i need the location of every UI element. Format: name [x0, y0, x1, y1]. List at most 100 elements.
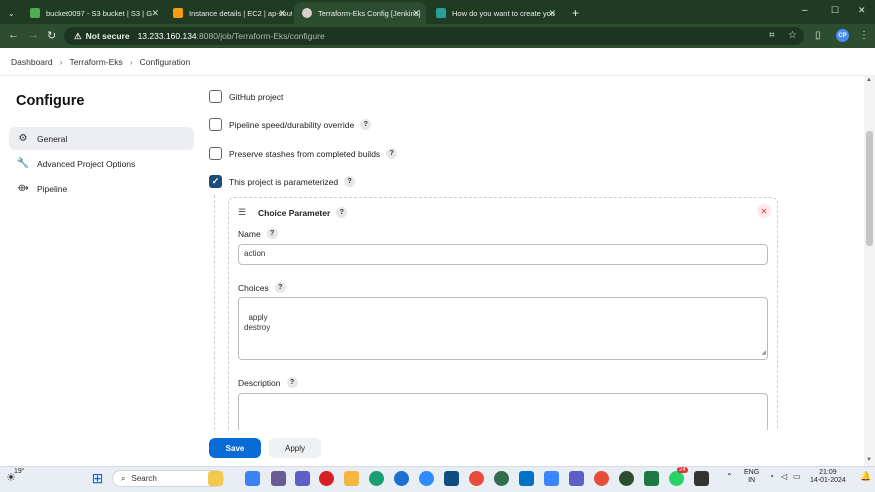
opera-icon[interactable]: [319, 471, 334, 486]
url-bar[interactable]: ⚠ Not secure 13.233.160.134:8080/job/Terr…: [64, 27, 804, 45]
option-label: Preserve stashes from completed builds: [229, 148, 381, 159]
maximize-icon[interactable]: ☐: [831, 5, 839, 16]
option-github-project[interactable]: GitHub project: [209, 90, 283, 103]
sidebar-item-label: General: [37, 133, 68, 144]
sidebar-item-advanced-project-options[interactable]: 🔧 Advanced Project Options: [9, 152, 194, 175]
language-indicator[interactable]: ENG IN: [744, 469, 759, 485]
description-textarea[interactable]: [238, 393, 768, 433]
excel-icon[interactable]: [644, 471, 659, 486]
app-icon[interactable]: [394, 471, 409, 486]
reload-icon[interactable]: ↻: [47, 29, 56, 42]
option-preserve-stashes[interactable]: Preserve stashes from completed builds ?: [209, 147, 398, 160]
chrome-active-icon[interactable]: [619, 471, 634, 486]
drag-handle-icon[interactable]: ☰: [238, 207, 246, 218]
parameter-title-text: Choice Parameter: [258, 207, 331, 218]
option-pipeline-speed-override[interactable]: Pipeline speed/durability override ?: [209, 118, 372, 131]
help-icon[interactable]: ?: [266, 228, 278, 239]
tab-other[interactable]: How do you want to create you ✕: [428, 2, 562, 24]
help-icon[interactable]: ?: [360, 119, 372, 130]
search-placeholder: Search: [131, 474, 157, 483]
volume-icon[interactable]: ◁: [781, 472, 787, 481]
pipeline-icon: ⟴: [17, 183, 29, 194]
help-icon[interactable]: ?: [386, 148, 398, 159]
zoom-icon[interactable]: [419, 471, 434, 486]
tab-jenkins[interactable]: Terraform-Eks Config [Jenkins] ✕: [294, 2, 426, 24]
new-tab-button[interactable]: +: [564, 2, 582, 24]
time-text: 21:09: [819, 469, 837, 476]
checkbox-checked[interactable]: ✓: [209, 175, 222, 188]
store-icon[interactable]: [444, 471, 459, 486]
url-host: 13.233.160.134: [137, 31, 197, 41]
close-window-icon[interactable]: ✕: [858, 5, 866, 16]
whatsapp-icon[interactable]: [669, 471, 684, 486]
chevron-up-icon[interactable]: ⌃: [726, 472, 733, 481]
terminal-icon[interactable]: [694, 471, 709, 486]
option-parameterized[interactable]: ✓ This project is parameterized ?: [209, 175, 356, 188]
tab-search-button[interactable]: ⌄: [4, 2, 22, 24]
app-icon[interactable]: [271, 471, 286, 486]
help-icon[interactable]: ?: [274, 282, 286, 293]
news-icon[interactable]: [208, 471, 223, 486]
breadcrumb-dashboard[interactable]: Dashboard: [11, 57, 53, 67]
checkbox[interactable]: [209, 90, 222, 103]
edge-icon[interactable]: [369, 471, 384, 486]
save-button[interactable]: Save: [209, 438, 261, 458]
chrome-icon[interactable]: [469, 471, 484, 486]
address-bar-row: ← → ↻ ⚠ Not secure 13.233.160.134:8080/jo…: [0, 24, 875, 48]
help-icon[interactable]: ?: [336, 207, 348, 218]
mail-icon[interactable]: [519, 471, 534, 486]
tab-title: Terraform-Eks Config [Jenkins]: [318, 8, 421, 18]
chrome-profile-icon[interactable]: [494, 471, 509, 486]
minimize-icon[interactable]: –: [802, 5, 808, 16]
wifi-icon[interactable]: ◔: [769, 472, 774, 481]
tab-title: Instance details | EC2 | ap-south: [189, 8, 292, 18]
notification-badge: 24: [677, 467, 688, 473]
choices-textarea[interactable]: apply destroy ◢: [238, 297, 768, 360]
help-icon[interactable]: ?: [286, 377, 298, 388]
name-label: Name ?: [238, 228, 278, 239]
sidebar-icon[interactable]: ▯: [815, 30, 821, 41]
breadcrumb-configuration[interactable]: Configuration: [140, 57, 191, 67]
close-tab-icon[interactable]: ✕: [412, 8, 420, 19]
name-input[interactable]: action: [238, 244, 768, 265]
notifications-icon[interactable]: 🔔: [860, 471, 871, 482]
clock[interactable]: 21:09 14-01-2024: [810, 469, 846, 485]
checkbox[interactable]: [209, 147, 222, 160]
resize-handle-icon[interactable]: ◢: [761, 348, 766, 358]
region-text: IN: [748, 477, 756, 484]
delete-parameter-icon[interactable]: ✕: [757, 204, 771, 218]
description-label: Description ?: [238, 377, 298, 388]
sidebar-item-pipeline[interactable]: ⟴ Pipeline: [9, 177, 194, 200]
profile-avatar[interactable]: CP: [836, 29, 849, 42]
close-tab-icon[interactable]: ✕: [548, 8, 556, 19]
apply-button[interactable]: Apply: [269, 438, 321, 458]
tab-ec2[interactable]: Instance details | EC2 | ap-south ✕: [165, 2, 292, 24]
app-icon[interactable]: [544, 471, 559, 486]
help-icon[interactable]: ?: [344, 176, 356, 187]
gear-icon: ⚙: [18, 133, 28, 144]
menu-icon[interactable]: ⋮: [859, 30, 869, 41]
scroll-up-icon[interactable]: ▲: [866, 77, 872, 83]
scrollbar-thumb[interactable]: [866, 131, 873, 246]
chrome-icon[interactable]: [594, 471, 609, 486]
bookmark-star-icon[interactable]: ☆: [788, 30, 797, 41]
translate-icon[interactable]: ⌗: [769, 30, 775, 41]
back-icon[interactable]: ←: [8, 29, 19, 41]
breadcrumb-job[interactable]: Terraform-Eks: [69, 57, 122, 67]
plus-icon: +: [572, 6, 580, 20]
scroll-down-icon[interactable]: ▼: [866, 457, 872, 463]
windows-start-icon[interactable]: ⊞: [90, 470, 105, 486]
lang-text: ENG: [744, 469, 760, 476]
teams-icon[interactable]: [569, 471, 584, 486]
task-view-icon[interactable]: [245, 471, 260, 486]
forward-icon[interactable]: →: [28, 29, 39, 41]
sidebar-item-general[interactable]: ⚙ General: [9, 127, 194, 150]
checkbox[interactable]: [209, 118, 222, 131]
battery-icon[interactable]: ▭: [793, 472, 801, 481]
file-explorer-icon[interactable]: [344, 471, 359, 486]
teams-chat-icon[interactable]: [295, 471, 310, 486]
tab-s3[interactable]: bucket0097 - S3 bucket | S3 | G ✕: [22, 2, 165, 24]
close-tab-icon[interactable]: ✕: [151, 8, 159, 19]
not-secure-badge[interactable]: ⚠ Not secure: [74, 31, 130, 42]
close-tab-icon[interactable]: ✕: [278, 8, 286, 19]
